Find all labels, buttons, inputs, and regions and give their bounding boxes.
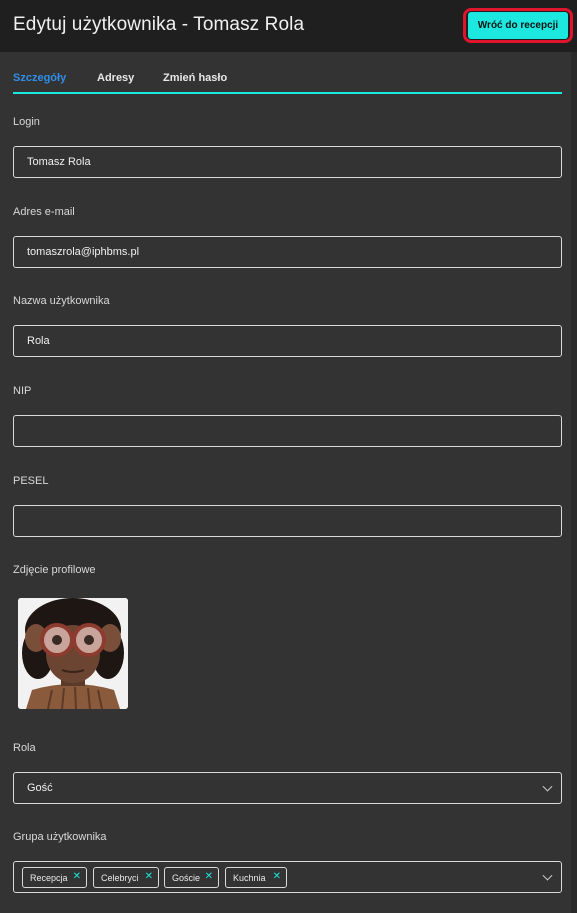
email-field[interactable]: tomaszrola@iphbms.pl <box>13 236 562 268</box>
top-bar: Edytuj użytkownika - Tomasz Rola Wróć do… <box>0 0 577 52</box>
tag-label: Celebryci <box>101 872 139 883</box>
tag-label: Kuchnia <box>233 872 266 883</box>
pesel-field[interactable] <box>13 505 562 537</box>
role-label: Rola <box>13 742 36 754</box>
tag-label: Goście <box>172 872 201 883</box>
back-to-reception-button[interactable]: Wróć do recepcji <box>468 12 568 39</box>
role-select-value: Gość <box>27 782 53 794</box>
username-field[interactable]: Rola <box>13 325 562 357</box>
nip-label: NIP <box>13 385 32 397</box>
user-group-label: Grupa użytkownika <box>13 831 107 843</box>
tab-addresses[interactable]: Adresy <box>97 72 134 84</box>
scrollbar-track <box>571 52 577 913</box>
role-select[interactable]: Gość <box>13 772 562 804</box>
nip-field[interactable] <box>13 415 562 447</box>
login-field[interactable]: Tomasz Rola <box>13 146 562 178</box>
tab-details[interactable]: Szczegóły <box>13 72 66 84</box>
login-label: Login <box>13 116 40 128</box>
page-title: Edytuj użytkownika - Tomasz Rola <box>13 14 305 35</box>
pesel-label: PESEL <box>13 475 49 487</box>
remove-tag-icon[interactable]: ✕ <box>273 871 281 882</box>
tab-change-password[interactable]: Zmień hasło <box>163 72 227 84</box>
email-label: Adres e-mail <box>13 206 75 218</box>
photo-label: Zdjęcie profilowe <box>13 564 96 576</box>
profile-photo-image <box>18 598 128 709</box>
profile-photo[interactable] <box>18 598 128 709</box>
tab-underline <box>13 92 562 94</box>
tag-celebrities: Celebryci ✕ <box>93 867 159 888</box>
chevron-down-icon <box>542 870 553 881</box>
remove-tag-icon[interactable]: ✕ <box>145 871 153 882</box>
tag-label: Recepcja <box>30 872 68 883</box>
tag-kitchen: Kuchnia ✕ <box>225 867 287 888</box>
tag-guests: Goście ✕ <box>164 867 219 888</box>
tag-reception: Recepcja ✕ <box>22 867 87 888</box>
chevron-down-icon <box>542 781 553 792</box>
remove-tag-icon[interactable]: ✕ <box>73 871 81 882</box>
remove-tag-icon[interactable]: ✕ <box>205 871 213 882</box>
username-label: Nazwa użytkownika <box>13 295 110 307</box>
